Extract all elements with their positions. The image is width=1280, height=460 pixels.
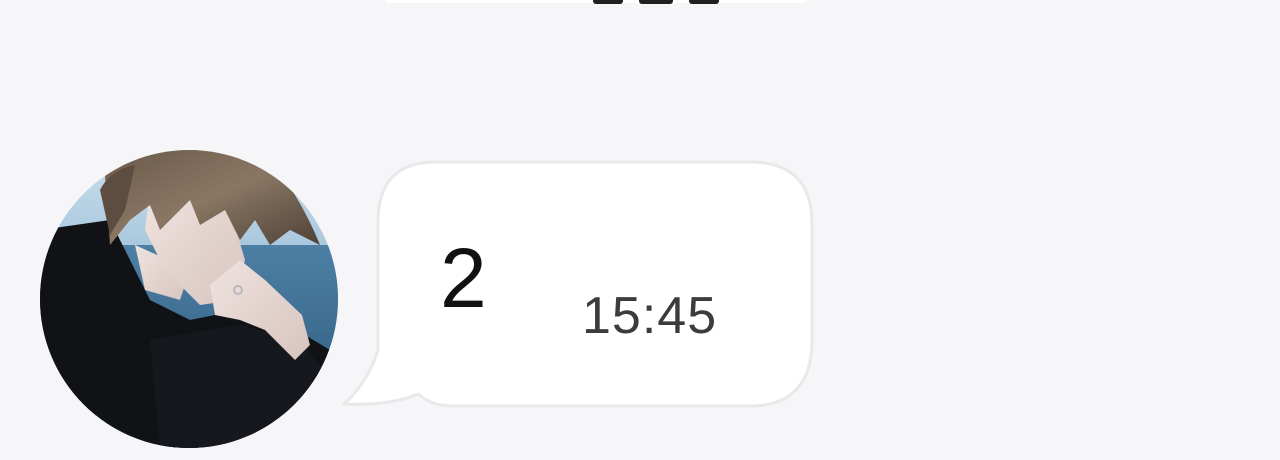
sender-avatar[interactable] (40, 150, 338, 448)
cropped-previous-element (385, 0, 805, 4)
bubble-shape (340, 160, 814, 408)
chat-view: 2 15:45 (0, 0, 1280, 460)
message-timestamp: 15:45 (582, 287, 718, 345)
person-photo-icon (40, 150, 338, 448)
message-bubble[interactable]: 2 15:45 (340, 160, 820, 410)
cropped-text-fragment (593, 0, 719, 4)
message-text: 2 (440, 231, 487, 325)
